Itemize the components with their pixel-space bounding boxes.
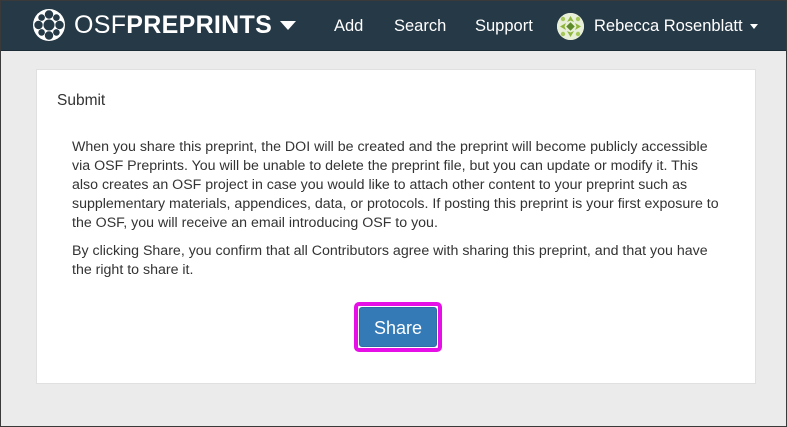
brand-menu[interactable]: OSFPREPRINTS: [32, 9, 297, 41]
top-navbar: OSFPREPRINTS Add Search Support Rebecca …: [1, 1, 786, 51]
nav-add-link[interactable]: Add: [334, 15, 363, 37]
share-button-highlight: Share: [354, 302, 442, 352]
panel-body: When you share this preprint, the DOI wi…: [72, 138, 724, 289]
share-info-paragraph: When you share this preprint, the DOI wi…: [72, 139, 719, 231]
share-consent-paragraph: By clicking Share, you confirm that all …: [72, 243, 708, 278]
osf-logo-icon: [33, 9, 65, 41]
submit-panel: Submit When you share this preprint, the…: [36, 69, 756, 384]
app-frame: OSFPREPRINTS Add Search Support Rebecca …: [0, 0, 787, 427]
avatar: [557, 12, 584, 40]
nav-support-link[interactable]: Support: [475, 15, 533, 37]
share-button[interactable]: Share: [359, 307, 437, 347]
user-name: Rebecca Rosenblatt: [594, 16, 743, 35]
brand-title-bold: PREPRINTS: [126, 11, 273, 39]
user-menu[interactable]: Rebecca Rosenblatt: [557, 12, 758, 40]
caret-down-icon: [280, 20, 297, 30]
caret-down-icon: [749, 23, 758, 29]
panel-heading: Submit: [57, 92, 106, 109]
brand-title: OSFPREPRINTS: [74, 9, 272, 41]
brand-title-light: OSF: [74, 11, 127, 39]
nav-search-link[interactable]: Search: [394, 15, 446, 37]
